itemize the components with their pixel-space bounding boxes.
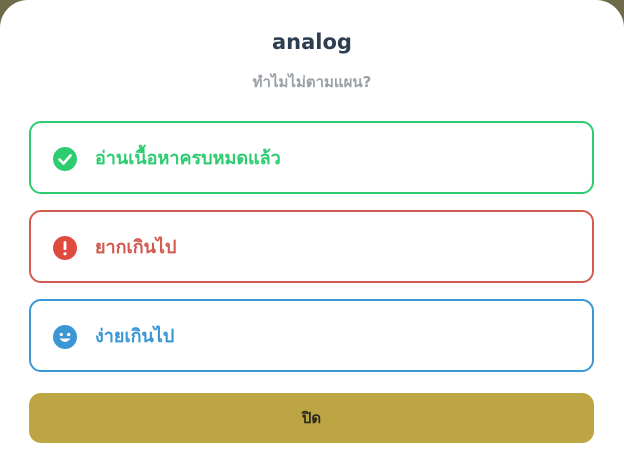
option-read-all[interactable]: อ่านเนื้อหาครบหมดแล้ว — [29, 121, 594, 194]
dialog-subtitle: ทำไมไม่ตามแผน? — [252, 73, 372, 91]
option-label: ง่ายเกินไป — [95, 326, 175, 347]
option-too-easy[interactable]: ง่ายเกินไป — [29, 299, 594, 372]
smile-face-icon — [53, 325, 77, 349]
reason-dialog: analog ทำไมไม่ตามแผน? อ่านเนื้อหาครบหมดแ… — [0, 0, 624, 473]
option-label: อ่านเนื้อหาครบหมดแล้ว — [95, 148, 281, 169]
option-too-hard[interactable]: ยากเกินไป — [29, 210, 594, 283]
exclamation-circle-icon — [53, 236, 77, 260]
option-label: ยากเกินไป — [95, 237, 177, 258]
check-circle-icon — [53, 147, 77, 171]
dialog-title: analog — [272, 30, 352, 54]
close-button[interactable]: ปิด — [29, 393, 594, 443]
